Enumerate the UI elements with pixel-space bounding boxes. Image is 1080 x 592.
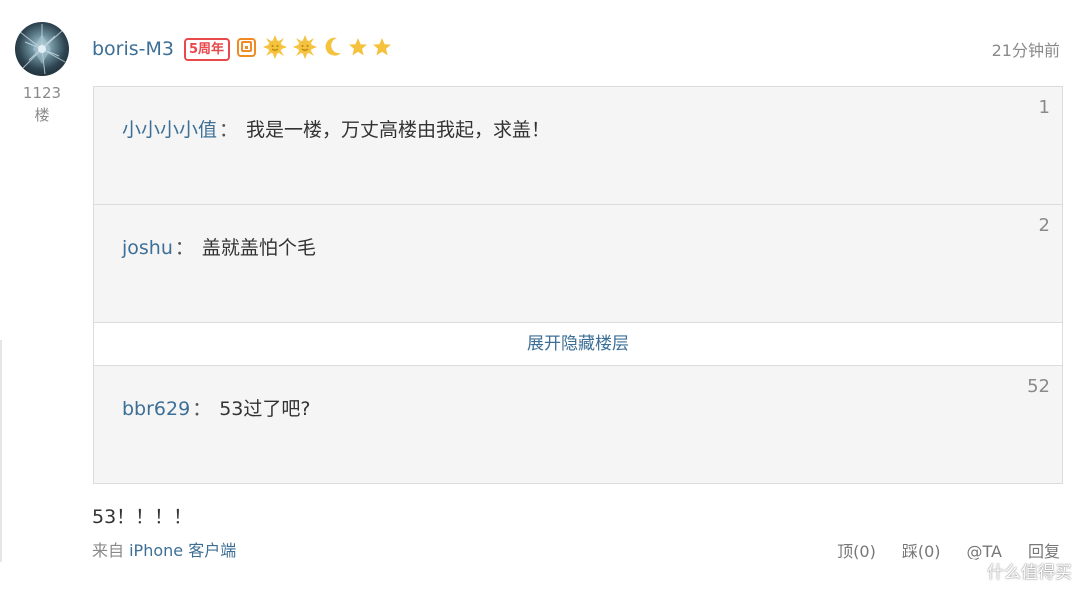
quoted-replies-box: 小小小小值：我是一楼，万丈高楼由我起，求盖！ 1 joshu：盖就盖怕个毛 2 … (93, 86, 1063, 484)
quoted-reply-text: 我是一楼，万丈高楼由我起，求盖！ (246, 119, 551, 141)
upvote-button[interactable]: 顶(0) (837, 541, 876, 563)
client-badge-icon[interactable] (236, 36, 258, 62)
anniversary-badge[interactable]: 5周年 (184, 37, 231, 61)
downvote-button[interactable]: 踩(0) (902, 541, 941, 563)
left-border-line (0, 340, 2, 562)
quoted-reply-separator: ： (174, 237, 194, 259)
quoted-reply-author[interactable]: 小小小小值 (122, 119, 217, 141)
post-timestamp: 21分钟前 (991, 41, 1060, 60)
sun-icon (262, 35, 288, 63)
username-link[interactable]: boris-M3 (92, 36, 174, 62)
comment-body: 53！！！！ (92, 506, 193, 528)
avatar-image (19, 24, 66, 75)
quoted-reply-line: 小小小小值： 我是一楼，万丈高楼由我起，求盖！ (122, 117, 550, 143)
quoted-reply-line: bbr629： 53过了吧? (122, 396, 310, 422)
quoted-reply: joshu： 盖就盖怕个毛 2 (94, 205, 1062, 323)
quoted-reply-text: 盖就盖怕个毛 (201, 237, 316, 259)
watermark-text: 什么值得买 (987, 562, 1072, 583)
source-device-link[interactable]: iPhone 客户端 (129, 541, 236, 560)
site-watermark: 什么值得买 (961, 558, 1072, 587)
user-badges: 5周年 (184, 35, 396, 63)
quoted-reply-author[interactable]: joshu (122, 237, 173, 259)
quoted-reply-floor: 1 (1038, 97, 1050, 118)
quoted-reply-text: 53过了吧? (219, 398, 311, 420)
quoted-reply-line: joshu： 盖就盖怕个毛 (122, 235, 316, 261)
quoted-reply-separator: ： (192, 398, 212, 420)
source-prefix: 来自 (92, 541, 125, 560)
quoted-reply-floor: 52 (1027, 376, 1050, 397)
sun-icon (292, 35, 318, 63)
quoted-reply-author[interactable]: bbr629 (122, 398, 190, 420)
star-icon (348, 37, 368, 61)
expand-hidden-floors-link[interactable]: 展开隐藏楼层 (94, 323, 1062, 366)
floor-number: 1123 楼 (18, 82, 66, 126)
quoted-reply-separator: ： (219, 119, 239, 141)
moon-icon (322, 35, 344, 63)
quoted-reply-floor: 2 (1038, 215, 1050, 236)
quoted-reply: bbr629： 53过了吧? 52 (94, 366, 1062, 483)
floor-number-value: 1123 (22, 84, 62, 102)
floor-number-unit: 楼 (34, 106, 50, 124)
star-icon (372, 37, 392, 61)
avatar[interactable] (15, 22, 69, 76)
post-source: 来自 iPhone 客户端 (92, 540, 236, 562)
smzdm-logo-icon (961, 558, 983, 587)
quoted-reply: 小小小小值： 我是一楼，万丈高楼由我起，求盖！ 1 (94, 87, 1062, 205)
